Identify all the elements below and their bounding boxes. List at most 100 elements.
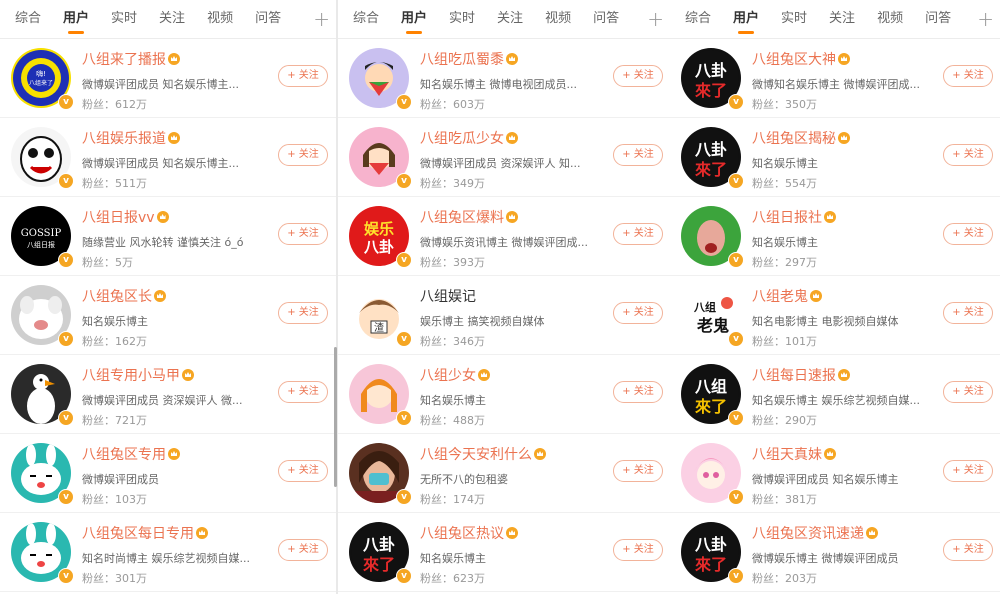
user-name-line[interactable]: 八组每日速报 — [752, 365, 942, 385]
follow-button[interactable]: + 关注 — [613, 223, 663, 245]
user-row[interactable]: 八组 來了 v 八组每日速报 知名娱乐博主 娱乐综艺视频自媒... 粉丝：290万 + 关注 — [670, 355, 1000, 434]
user-name-line[interactable]: 八组日报社 — [752, 207, 942, 227]
user-row[interactable]: v 八组吃瓜蜀黍 知名娱乐博主 微博电视团成员... 粉丝：603万 + 关注 — [338, 39, 670, 118]
user-name[interactable]: 八组专用小马甲 — [82, 365, 180, 385]
user-row[interactable]: 八卦 來了 v 八组兔区热议 知名娱乐博主 粉丝：623万 + 关注 — [338, 513, 670, 592]
user-name-line[interactable]: 八组兔区每日专用 — [82, 523, 272, 543]
tab-0[interactable]: 综合 — [685, 0, 711, 38]
user-name-line[interactable]: 八组兔区大神 — [752, 49, 942, 69]
user-name-line[interactable]: 八组娱乐报道 — [82, 128, 272, 148]
follow-button[interactable]: + 关注 — [613, 460, 663, 482]
tab-3[interactable]: 关注 — [829, 0, 855, 38]
user-row[interactable]: 嗨! 八组来了 v 八组来了播报 微博娱评团成员 知名娱乐博主... 粉丝：612万 + 关… — [0, 39, 336, 118]
user-row[interactable]: v 八组专用小马甲 微博娱评团成员 资深娱评人 微... 粉丝：721万 + 关注 — [0, 355, 336, 434]
follow-button[interactable]: + 关注 — [613, 539, 663, 561]
follow-button[interactable]: + 关注 — [278, 381, 328, 403]
user-name[interactable]: 八组兔区资讯速递 — [752, 523, 864, 543]
user-name[interactable]: 八组天真妹 — [752, 444, 822, 464]
user-name-line[interactable]: 八组兔区长 — [82, 286, 272, 306]
tab-1[interactable]: 用户 — [733, 0, 759, 38]
user-name[interactable]: 八组日报社 — [752, 207, 822, 227]
user-name-line[interactable]: 八组兔区热议 — [420, 523, 610, 543]
tab-4[interactable]: 视频 — [877, 0, 903, 38]
user-name[interactable]: 八组兔区爆料 — [420, 207, 504, 227]
user-row[interactable]: v 八组天真妹 微博娱评团成员 知名娱乐博主 粉丝：381万 + 关注 — [670, 434, 1000, 513]
add-tab-icon[interactable]: + — [977, 0, 994, 38]
tab-3[interactable]: 关注 — [159, 0, 185, 38]
follow-button[interactable]: + 关注 — [613, 144, 663, 166]
user-name[interactable]: 八组每日速报 — [752, 365, 836, 385]
user-name-line[interactable]: 八组日报vv — [82, 207, 272, 227]
follow-button[interactable]: + 关注 — [613, 381, 663, 403]
tab-0[interactable]: 综合 — [15, 0, 41, 38]
tab-5[interactable]: 问答 — [255, 0, 281, 38]
tab-5[interactable]: 问答 — [593, 0, 619, 38]
tab-4[interactable]: 视频 — [545, 0, 571, 38]
user-row[interactable]: v 八组今天安利什么 无所不八的包租婆 粉丝：174万 + 关注 — [338, 434, 670, 513]
user-row[interactable]: GOSSIP 八组日报 v 八组日报vv 随缘营业 风水轮转 谨慎关注 ó_ó 粉丝：5万… — [0, 197, 336, 276]
user-row[interactable]: 八卦 來了 v 八组兔区大神 微博知名娱乐博主 微博娱评团成... 粉丝：350万 + 关注 — [670, 39, 1000, 118]
user-name[interactable]: 八组少女 — [420, 365, 476, 385]
user-row[interactable]: v 八组娱乐报道 微博娱评团成员 知名娱乐博主... 粉丝：511万 + 关注 — [0, 118, 336, 197]
user-row[interactable]: v 八组兔区专用 微博娱评团成员 粉丝：103万 + 关注 — [0, 434, 336, 513]
follow-button[interactable]: + 关注 — [278, 65, 328, 87]
user-name[interactable]: 八组兔区大神 — [752, 49, 836, 69]
follow-button[interactable]: + 关注 — [278, 302, 328, 324]
scrollbar[interactable] — [334, 347, 337, 487]
user-name[interactable]: 八组来了播报 — [82, 49, 166, 69]
user-name[interactable]: 八组娱乐报道 — [82, 128, 166, 148]
user-name-line[interactable]: 八组兔区专用 — [82, 444, 272, 464]
user-name-line[interactable]: 八组兔区爆料 — [420, 207, 610, 227]
tab-2[interactable]: 实时 — [449, 0, 475, 38]
follow-button[interactable]: + 关注 — [943, 223, 993, 245]
add-tab-icon[interactable]: + — [647, 0, 664, 38]
follow-button[interactable]: + 关注 — [943, 460, 993, 482]
follow-button[interactable]: + 关注 — [278, 144, 328, 166]
user-name[interactable]: 八组娱记 — [420, 286, 476, 306]
follow-button[interactable]: + 关注 — [943, 539, 993, 561]
user-name-line[interactable]: 八组兔区资讯速递 — [752, 523, 942, 543]
follow-button[interactable]: + 关注 — [278, 460, 328, 482]
user-row[interactable]: 八卦 來了 v 八组兔区揭秘 知名娱乐博主 粉丝：554万 + 关注 — [670, 118, 1000, 197]
follow-button[interactable]: + 关注 — [943, 302, 993, 324]
follow-button[interactable]: + 关注 — [613, 302, 663, 324]
user-name-line[interactable]: 八组少女 — [420, 365, 610, 385]
user-row[interactable]: v 八组兔区每日专用 知名时尚博主 娱乐综艺视频自媒... 粉丝：301万 + 关注 — [0, 513, 336, 592]
user-name[interactable]: 八组兔区揭秘 — [752, 128, 836, 148]
user-row[interactable]: v 八组兔区长 知名娱乐博主 粉丝：162万 + 关注 — [0, 276, 336, 355]
user-name-line[interactable]: 八组老鬼 — [752, 286, 942, 306]
user-name[interactable]: 八组老鬼 — [752, 286, 808, 306]
tab-1[interactable]: 用户 — [401, 0, 427, 38]
user-name-line[interactable]: 八组专用小马甲 — [82, 365, 272, 385]
tab-0[interactable]: 综合 — [353, 0, 379, 38]
user-name-line[interactable]: 八组今天安利什么 — [420, 444, 610, 464]
follow-button[interactable]: + 关注 — [943, 381, 993, 403]
user-row[interactable]: 渣 v 八组娱记 娱乐博主 搞笑视频自媒体 粉丝：346万 + 关注 — [338, 276, 670, 355]
user-name-line[interactable]: 八组娱记 — [420, 286, 610, 306]
user-name[interactable]: 八组兔区长 — [82, 286, 152, 306]
follow-button[interactable]: + 关注 — [278, 539, 328, 561]
tab-2[interactable]: 实时 — [781, 0, 807, 38]
user-row[interactable]: 娱乐 八卦 v 八组兔区爆料 微博娱乐资讯博主 微博娱评团成... 粉丝：393万 + 关注 — [338, 197, 670, 276]
user-row[interactable]: v 八组日报社 知名娱乐博主 粉丝：297万 + 关注 — [670, 197, 1000, 276]
follow-button[interactable]: + 关注 — [613, 65, 663, 87]
user-name[interactable]: 八组兔区专用 — [82, 444, 166, 464]
user-name[interactable]: 八组兔区热议 — [420, 523, 504, 543]
user-name[interactable]: 八组吃瓜少女 — [420, 128, 504, 148]
user-name[interactable]: 八组兔区每日专用 — [82, 523, 194, 543]
user-row[interactable]: 八卦 來了 v 八组兔区资讯速递 微博娱乐博主 微博娱评团成员 粉丝：203万 + 关注 — [670, 513, 1000, 592]
user-row[interactable]: v 八组少女 知名娱乐博主 粉丝：488万 + 关注 — [338, 355, 670, 434]
add-tab-icon[interactable]: + — [313, 0, 330, 38]
follow-button[interactable]: + 关注 — [943, 144, 993, 166]
user-name-line[interactable]: 八组吃瓜蜀黍 — [420, 49, 610, 69]
user-name-line[interactable]: 八组来了播报 — [82, 49, 272, 69]
tab-5[interactable]: 问答 — [925, 0, 951, 38]
user-name[interactable]: 八组今天安利什么 — [420, 444, 532, 464]
tab-4[interactable]: 视频 — [207, 0, 233, 38]
user-name[interactable]: 八组吃瓜蜀黍 — [420, 49, 504, 69]
user-row[interactable]: 八组 老鬼 v 八组老鬼 知名电影博主 电影视频自媒体 粉丝：101万 + 关注 — [670, 276, 1000, 355]
follow-button[interactable]: + 关注 — [943, 65, 993, 87]
tab-1[interactable]: 用户 — [63, 0, 89, 38]
tab-2[interactable]: 实时 — [111, 0, 137, 38]
user-name-line[interactable]: 八组吃瓜少女 — [420, 128, 610, 148]
